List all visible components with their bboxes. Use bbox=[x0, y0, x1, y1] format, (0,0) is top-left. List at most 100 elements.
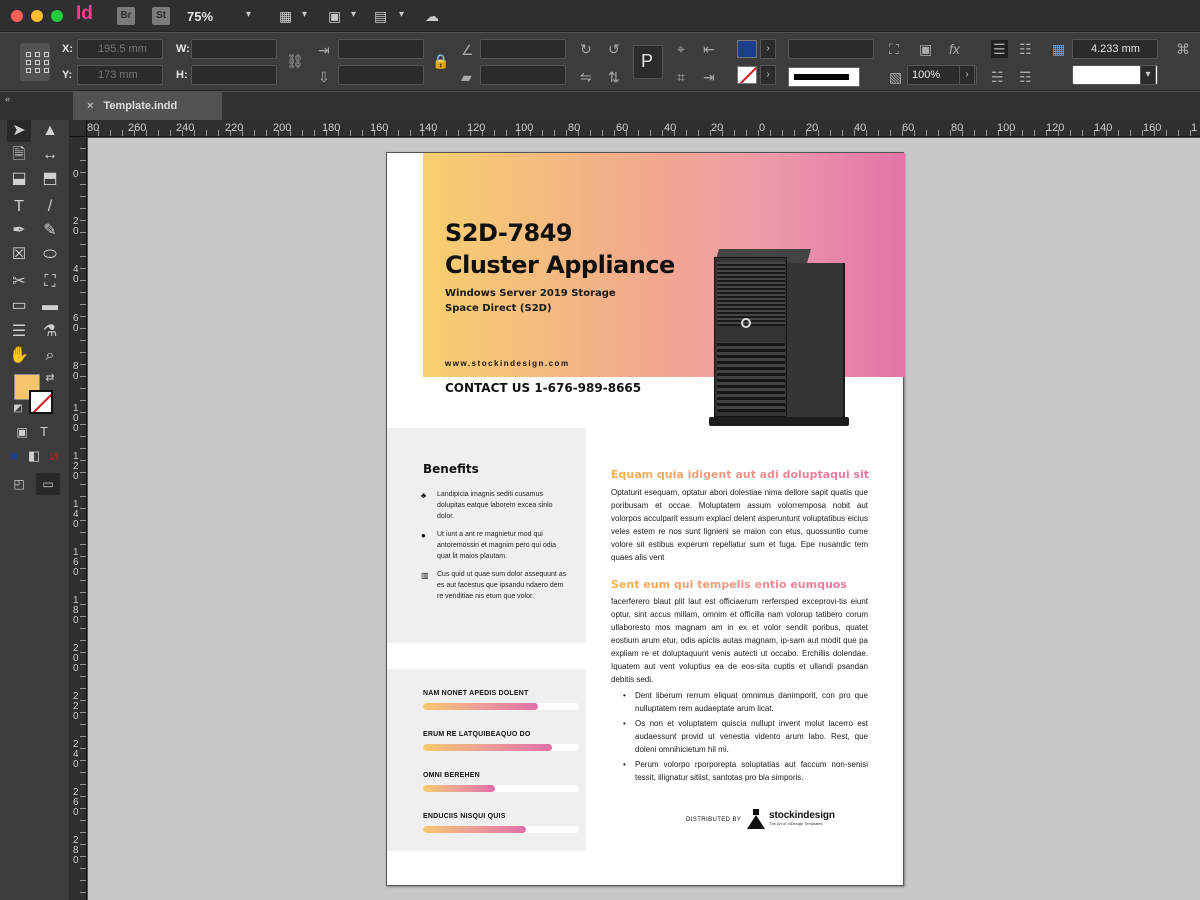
text-wrap-bounding-box-icon[interactable]: ☷ bbox=[1019, 41, 1032, 57]
product-title[interactable]: S2D-7849 Cluster Appliance bbox=[445, 217, 685, 281]
lock-scale-icon[interactable]: 🔒 bbox=[432, 53, 449, 69]
screen-mode-dropdown-icon[interactable]: ▾ bbox=[351, 9, 356, 20]
article-heading-1[interactable]: Equam quia idigent aut adi doluptaqui si… bbox=[611, 468, 871, 481]
rotation-angle-field[interactable] bbox=[480, 39, 566, 59]
constrain-proportions-icon[interactable]: ⛓ bbox=[286, 53, 304, 69]
x-position-field[interactable]: 195.5 mm bbox=[77, 39, 163, 59]
text-wrap-jump-object-icon[interactable]: ☶ bbox=[1019, 69, 1032, 85]
scale-y-field[interactable] bbox=[338, 65, 424, 85]
effects-icon[interactable]: fx bbox=[949, 41, 960, 57]
stroke-color-menu-button[interactable]: › bbox=[760, 65, 776, 85]
view-options-icon[interactable]: ▦ bbox=[279, 8, 292, 24]
stock-button[interactable]: St bbox=[152, 7, 170, 25]
selection-tool-icon[interactable]: ➤ bbox=[7, 120, 31, 142]
tab-template-indd[interactable]: × Template.indd bbox=[73, 92, 222, 120]
quick-apply-icon[interactable]: ⌘ bbox=[1176, 41, 1190, 57]
shear-angle-field[interactable] bbox=[480, 65, 566, 85]
free-transform-tool-icon[interactable]: ⛶ bbox=[38, 271, 62, 293]
website-url[interactable]: www.stockindesign.com bbox=[445, 359, 570, 368]
scale-x-field[interactable] bbox=[338, 39, 424, 59]
contact-phone[interactable]: CONTACT US 1-676-989-8665 bbox=[445, 381, 641, 395]
default-fill-stroke-icon[interactable]: ◩ bbox=[6, 398, 30, 420]
stockindesign-logo[interactable]: stockindesign The Art of InDesign Templa… bbox=[747, 805, 835, 833]
select-previous-object-icon[interactable]: ⇤ bbox=[703, 41, 715, 57]
benefit-text[interactable]: Cus quid ut quae sum dolor assequunt as … bbox=[421, 569, 569, 602]
stroke-type-preview[interactable] bbox=[788, 67, 860, 87]
rotate-clockwise-icon[interactable]: ↻ bbox=[580, 41, 592, 57]
publish-online-icon[interactable]: ☁ bbox=[425, 8, 439, 24]
article-bullets[interactable]: Dent liberum rerrum eliquat omnimus dani… bbox=[623, 689, 868, 786]
metric-progress-track[interactable] bbox=[423, 703, 579, 710]
text-wrap-none-icon[interactable]: ☰ bbox=[991, 40, 1008, 58]
select-container-icon[interactable]: ⌖ bbox=[677, 41, 685, 57]
metric-label[interactable]: NAM NONET APEDIS DOLENT bbox=[423, 690, 528, 697]
formatting-text-icon[interactable]: T bbox=[32, 421, 56, 443]
rotate-counterclockwise-icon[interactable]: ↺ bbox=[608, 41, 620, 57]
close-tab-icon[interactable]: × bbox=[87, 100, 93, 112]
gradient-swatch-tool-icon[interactable]: ▭ bbox=[7, 295, 31, 317]
pasteboard[interactable]: S2D-7849 Cluster Appliance Windows Serve… bbox=[88, 138, 1200, 900]
bullet-item[interactable]: Dent liberum rerrum eliquat omnimus dani… bbox=[623, 689, 868, 715]
text-wrap-object-shape-icon[interactable]: ☵ bbox=[991, 69, 1004, 85]
metric-label[interactable]: ENDUCIIS NISQUI QUIS bbox=[423, 813, 506, 820]
server-tower-image[interactable] bbox=[709, 249, 849, 427]
page-tool-icon[interactable]: 🗎 bbox=[7, 144, 31, 166]
benefit-item[interactable]: ● Ut iunt a ant re magnietur mod qui ant… bbox=[421, 529, 569, 562]
collapse-panel-icon[interactable]: « bbox=[5, 94, 10, 104]
stroke-swatch[interactable] bbox=[29, 390, 53, 414]
metrics-panel[interactable]: NAM NONET APEDIS DOLENT ERUM RE LATQUIBE… bbox=[387, 669, 586, 851]
formatting-container-icon[interactable]: ▣ bbox=[10, 421, 34, 443]
benefit-text[interactable]: Landipicia imagnis sediti cusamus dolupi… bbox=[421, 489, 569, 522]
ruler-origin[interactable] bbox=[70, 120, 87, 137]
apply-none-icon[interactable]: ⧄ bbox=[42, 445, 66, 467]
benefit-item[interactable]: ♣ Landipicia imagnis sediti cusamus dolu… bbox=[421, 489, 569, 522]
normal-view-icon[interactable]: ◰ bbox=[7, 473, 31, 495]
frame-fitting-icon[interactable]: ⛶ bbox=[889, 41, 899, 57]
product-subtitle[interactable]: Windows Server 2019 Storage Space Direct… bbox=[445, 286, 655, 316]
gradient-feather-tool-icon[interactable]: ▬ bbox=[38, 295, 62, 317]
bridge-button[interactable]: Br bbox=[117, 7, 135, 25]
gap-tool-icon[interactable]: ↔ bbox=[38, 144, 62, 166]
article-heading-2[interactable]: Sent eum qui tempelis entio eumquos bbox=[611, 578, 871, 591]
zoom-level[interactable]: 75% bbox=[187, 9, 213, 24]
screen-mode-tool-icon[interactable]: ▭ bbox=[36, 473, 60, 495]
metric-label[interactable]: OMNI BEREHEN bbox=[423, 772, 480, 779]
line-tool-icon[interactable]: / bbox=[38, 196, 62, 218]
opacity-menu-button[interactable]: › bbox=[959, 65, 975, 85]
document-page[interactable]: S2D-7849 Cluster Appliance Windows Serve… bbox=[386, 152, 905, 886]
fill-color-menu-button[interactable]: › bbox=[760, 39, 776, 59]
product-subtitle-line-2[interactable]: Space Direct (S2D) bbox=[445, 301, 655, 316]
metric-progress-track[interactable] bbox=[423, 785, 579, 792]
select-next-object-icon[interactable]: ⇥ bbox=[703, 69, 715, 85]
benefit-text[interactable]: Ut iunt a ant re magnietur mod qui antor… bbox=[421, 529, 569, 562]
select-content-icon[interactable]: ⌗ bbox=[677, 69, 685, 85]
height-field[interactable] bbox=[191, 65, 277, 85]
bullet-item[interactable]: Perum volorpo rporporepta soluptatias au… bbox=[623, 758, 868, 784]
metric-progress-track[interactable] bbox=[423, 826, 579, 833]
y-position-field[interactable]: 173 mm bbox=[77, 65, 163, 85]
stroke-style-dropdown-button[interactable]: ▾ bbox=[1140, 65, 1156, 85]
type-tool-icon[interactable]: T bbox=[7, 196, 31, 218]
view-options-dropdown-icon[interactable]: ▾ bbox=[302, 9, 307, 20]
content-collector-icon[interactable]: ⬓ bbox=[7, 168, 31, 190]
flip-horizontal-icon[interactable]: ⇋ bbox=[580, 69, 592, 85]
direct-selection-tool-icon[interactable]: ▲ bbox=[38, 120, 62, 142]
eyedropper-tool-icon[interactable]: ⚗ bbox=[38, 321, 62, 343]
horizontal-ruler[interactable]: 80 260 240 220 200 180 160 140 120 100 8… bbox=[87, 120, 1200, 137]
distributed-by-label[interactable]: DISTRIBUTED BY bbox=[686, 817, 741, 823]
note-tool-icon[interactable]: ☰ bbox=[7, 321, 31, 343]
scissors-tool-icon[interactable]: ✂ bbox=[7, 271, 31, 293]
metric-label[interactable]: ERUM RE LATQUIBEAQUO DO bbox=[423, 731, 531, 738]
stroke-color-swatch[interactable] bbox=[737, 66, 757, 84]
close-window-button[interactable] bbox=[11, 10, 23, 22]
article-paragraph-2[interactable]: facerferero blaut plit laut est officiae… bbox=[611, 595, 868, 686]
benefit-item[interactable]: ▥ Cus quid ut quae sum dolor assequunt a… bbox=[421, 569, 569, 602]
minimize-window-button[interactable] bbox=[31, 10, 43, 22]
reference-point-selector[interactable] bbox=[20, 43, 50, 81]
article-paragraph-1[interactable]: Optaturit esequam, optatur abori dolesti… bbox=[611, 486, 868, 564]
product-title-line-2[interactable]: Cluster Appliance bbox=[445, 249, 685, 281]
product-subtitle-line-1[interactable]: Windows Server 2019 Storage bbox=[445, 286, 655, 301]
vertical-ruler[interactable]: 0 20 40 60 80 100 120 140 160 180 200 22… bbox=[70, 137, 87, 900]
fill-color-swatch[interactable] bbox=[737, 40, 757, 58]
zoom-dropdown-icon[interactable]: ▾ bbox=[246, 9, 251, 20]
